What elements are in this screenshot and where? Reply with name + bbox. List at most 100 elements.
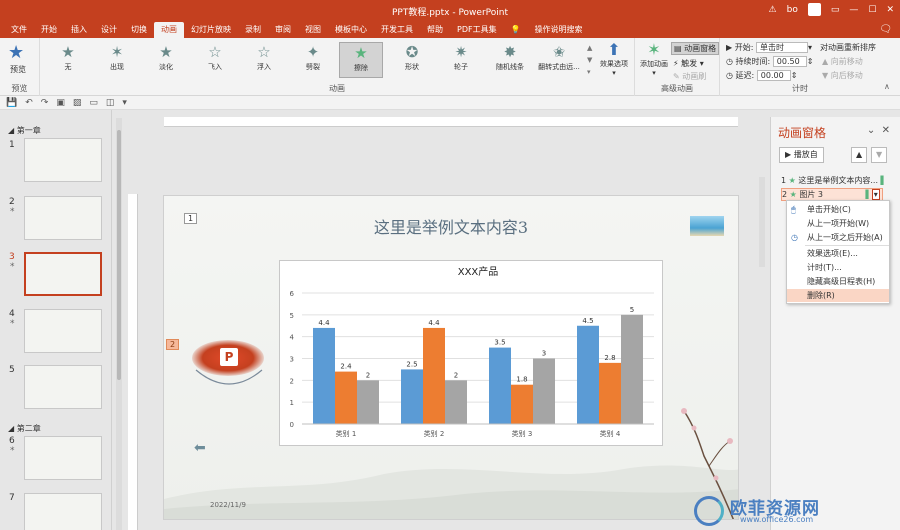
picture-3[interactable] <box>690 216 724 236</box>
tab-developer[interactable]: 开发工具 <box>374 22 420 38</box>
gallery-scroll[interactable]: ▲ ▼ ▾ <box>587 42 592 78</box>
trigger-button[interactable]: ⚡ 触发 ▾ <box>673 58 704 69</box>
lightbulb-icon[interactable]: 💡 <box>504 22 528 38</box>
spinner-icon[interactable]: ⇕ <box>791 71 798 80</box>
move-up-button[interactable]: ▲ <box>851 147 868 163</box>
close-icon[interactable]: ✕ <box>882 125 890 136</box>
animation-pane-button[interactable]: ▤ 动画窗格 <box>671 42 720 55</box>
slide-canvas[interactable]: 1 这里是举例文本内容3 2 P ⬅ 2022/11/9 XXX产品 0 1 2 3 4 5… <box>163 195 739 520</box>
slide-thumb-5[interactable] <box>24 365 102 409</box>
menu-timing[interactable]: 计时(T)... <box>787 261 889 274</box>
add-animation-button[interactable]: ✶ 添加动画 ▾ <box>638 40 670 77</box>
undo-icon[interactable]: ↶ <box>25 98 33 108</box>
avatar[interactable] <box>807 3 821 16</box>
add-star-icon: ✶ <box>647 40 661 59</box>
comment-icon[interactable]: 🗨 <box>879 24 892 35</box>
warning-icon[interactable]: ⚠ <box>769 5 777 15</box>
animation-item-1[interactable]: 1 ★ 这里是举例文本内容... ▌ <box>781 175 887 186</box>
effect-options-button[interactable]: ⬆ 效果选项 ▾ <box>596 40 632 77</box>
spinner-icon[interactable]: ⇕ <box>807 57 814 66</box>
customize-icon[interactable]: ▾ <box>122 98 127 108</box>
redo-icon[interactable]: ↷ <box>41 98 49 108</box>
collapse-ribbon-icon[interactable]: ∧ <box>884 82 890 91</box>
preview-star-icon[interactable]: ★ <box>8 42 24 63</box>
move-later-button[interactable]: ▼ 向后移动 <box>822 70 863 81</box>
data-label: 2.8 <box>604 354 615 362</box>
slide-thumb-6[interactable] <box>24 436 102 480</box>
tab-review[interactable]: 审阅 <box>268 22 298 38</box>
tab-help[interactable]: 帮助 <box>420 22 450 38</box>
effect-grow-turn[interactable]: ✬ 翻转式由远... <box>537 42 581 78</box>
tab-slideshow[interactable]: 幻灯片放映 <box>184 22 238 38</box>
star-icon: ✷ <box>454 43 468 61</box>
tab-animations[interactable]: 动画 <box>154 22 184 38</box>
bar <box>335 371 357 424</box>
menu-effect-options[interactable]: 效果选项(E)... <box>787 247 889 260</box>
tab-home[interactable]: 开始 <box>34 22 64 38</box>
effect-appear[interactable]: ✶ 出现 <box>95 42 139 78</box>
menu-delete[interactable]: 删除(R) <box>787 289 889 302</box>
tab-record[interactable]: 录制 <box>238 22 268 38</box>
effect-float-in[interactable]: ☆ 浮入 <box>242 42 286 78</box>
effect-fly-in[interactable]: ☆ 飞入 <box>193 42 237 78</box>
slide-thumb-1[interactable] <box>24 138 102 182</box>
section-2[interactable]: ◢ 第二章 <box>8 423 41 434</box>
effect-split[interactable]: ✦ 劈裂 <box>291 42 335 78</box>
scrollbar-thumb[interactable] <box>117 130 121 380</box>
slide-thumb-3[interactable] <box>24 252 102 296</box>
effect-shape[interactable]: ✪ 形状 <box>390 42 434 78</box>
effect-wipe[interactable]: ★ 擦除 <box>339 42 383 78</box>
tab-pdf-tools[interactable]: PDF工具集 <box>450 22 504 38</box>
tab-file[interactable]: 文件 <box>4 22 34 38</box>
tab-template-center[interactable]: 模板中心 <box>328 22 374 38</box>
chevron-down-icon[interactable]: ⌄ <box>867 125 875 136</box>
bar-chart[interactable]: XXX产品 0 1 2 3 4 5 6 4.4 2.4 2 类别 1 2.5 4.4 2 类别 2 3.5 1.8… <box>279 260 663 446</box>
start-slideshow-icon[interactable]: ▣ <box>56 98 65 108</box>
chevron-down-icon[interactable]: ▾ <box>808 43 812 52</box>
thumbnail-scrollbar[interactable] <box>116 118 122 530</box>
maximize-icon[interactable]: ☐ <box>868 5 876 15</box>
shape-icon[interactable]: ◫ <box>106 98 115 108</box>
menu-hide-timeline[interactable]: 隐藏高级日程表(H) <box>787 275 889 288</box>
minimize-icon[interactable]: — <box>849 5 858 15</box>
menu-start-on-click[interactable]: 🖱 单击开始(C) <box>787 203 889 216</box>
preview-button[interactable]: 预览 <box>10 64 26 75</box>
slide-number: 6 <box>9 436 15 446</box>
dropdown-chevron-icon[interactable]: ▾ <box>871 189 880 200</box>
image-icon[interactable]: ▨ <box>73 98 82 108</box>
tab-insert[interactable]: 插入 <box>64 22 94 38</box>
user-name[interactable]: bo <box>787 5 798 15</box>
tab-view[interactable]: 视图 <box>298 22 328 38</box>
bar <box>511 384 533 424</box>
save-icon[interactable]: 💾 <box>6 98 17 108</box>
move-down-button[interactable]: ▼ <box>871 147 888 163</box>
slide-thumb-2[interactable] <box>24 196 102 240</box>
close-icon[interactable]: ✕ <box>886 5 894 15</box>
effect-fade[interactable]: ★ 淡化 <box>144 42 188 78</box>
tab-transitions[interactable]: 切换 <box>124 22 154 38</box>
animation-tag-2[interactable]: 2 <box>166 339 180 350</box>
duration-input[interactable]: 00.50 <box>772 56 807 67</box>
menu-after-previous[interactable]: ◷ 从上一项之后开始(A) <box>787 231 889 244</box>
animation-painter-button[interactable]: ✎ 动画刷 <box>673 71 706 82</box>
tell-me-search[interactable]: 操作说明搜索 <box>528 22 590 38</box>
slide-thumb-7[interactable] <box>24 493 102 530</box>
slide-thumb-4[interactable] <box>24 309 102 353</box>
data-label: 4.4 <box>428 319 440 327</box>
effect-wheel[interactable]: ✷ 轮子 <box>439 42 483 78</box>
ribbon-display-icon[interactable]: ▭ <box>831 5 840 15</box>
tab-design[interactable]: 设计 <box>94 22 124 38</box>
back-arrow-icon[interactable]: ⬅ <box>194 440 206 456</box>
play-from-button[interactable]: ▶ 播放自 <box>779 147 824 163</box>
delay-input[interactable]: 00.00 <box>756 70 791 81</box>
move-earlier-button[interactable]: ▲ 向前移动 <box>822 56 863 67</box>
pane-scrollbar[interactable] <box>759 177 765 267</box>
section-1[interactable]: ◢ 第一章 <box>8 125 41 136</box>
effect-none[interactable]: ★ 无 <box>46 42 90 78</box>
text-box-icon[interactable]: ▭ <box>89 98 98 108</box>
effect-random-bars[interactable]: ✸ 随机线条 <box>488 42 532 78</box>
start-select[interactable]: 单击时 <box>755 42 808 53</box>
bar <box>357 380 379 424</box>
slide-title[interactable]: 这里是举例文本内容3 <box>164 214 738 238</box>
menu-with-previous[interactable]: 从上一项开始(W) <box>787 217 889 230</box>
